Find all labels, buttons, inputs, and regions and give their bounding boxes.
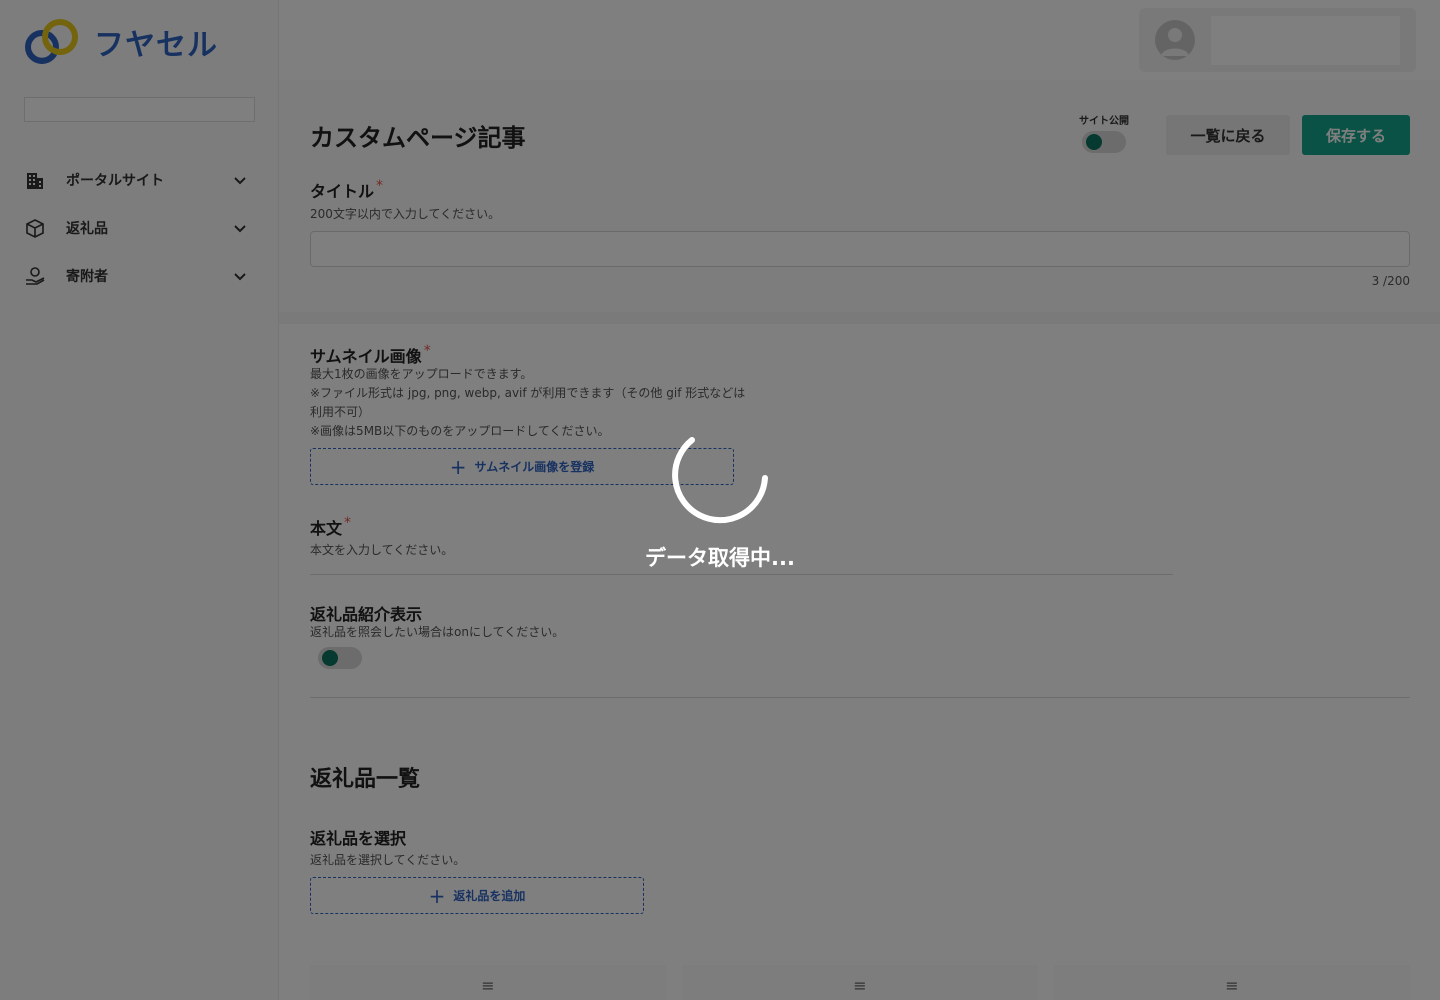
loading-overlay: データ取得中... xyxy=(0,0,1440,1000)
loading-text: データ取得中... xyxy=(645,546,795,570)
loading-spinner-icon xyxy=(672,437,768,524)
